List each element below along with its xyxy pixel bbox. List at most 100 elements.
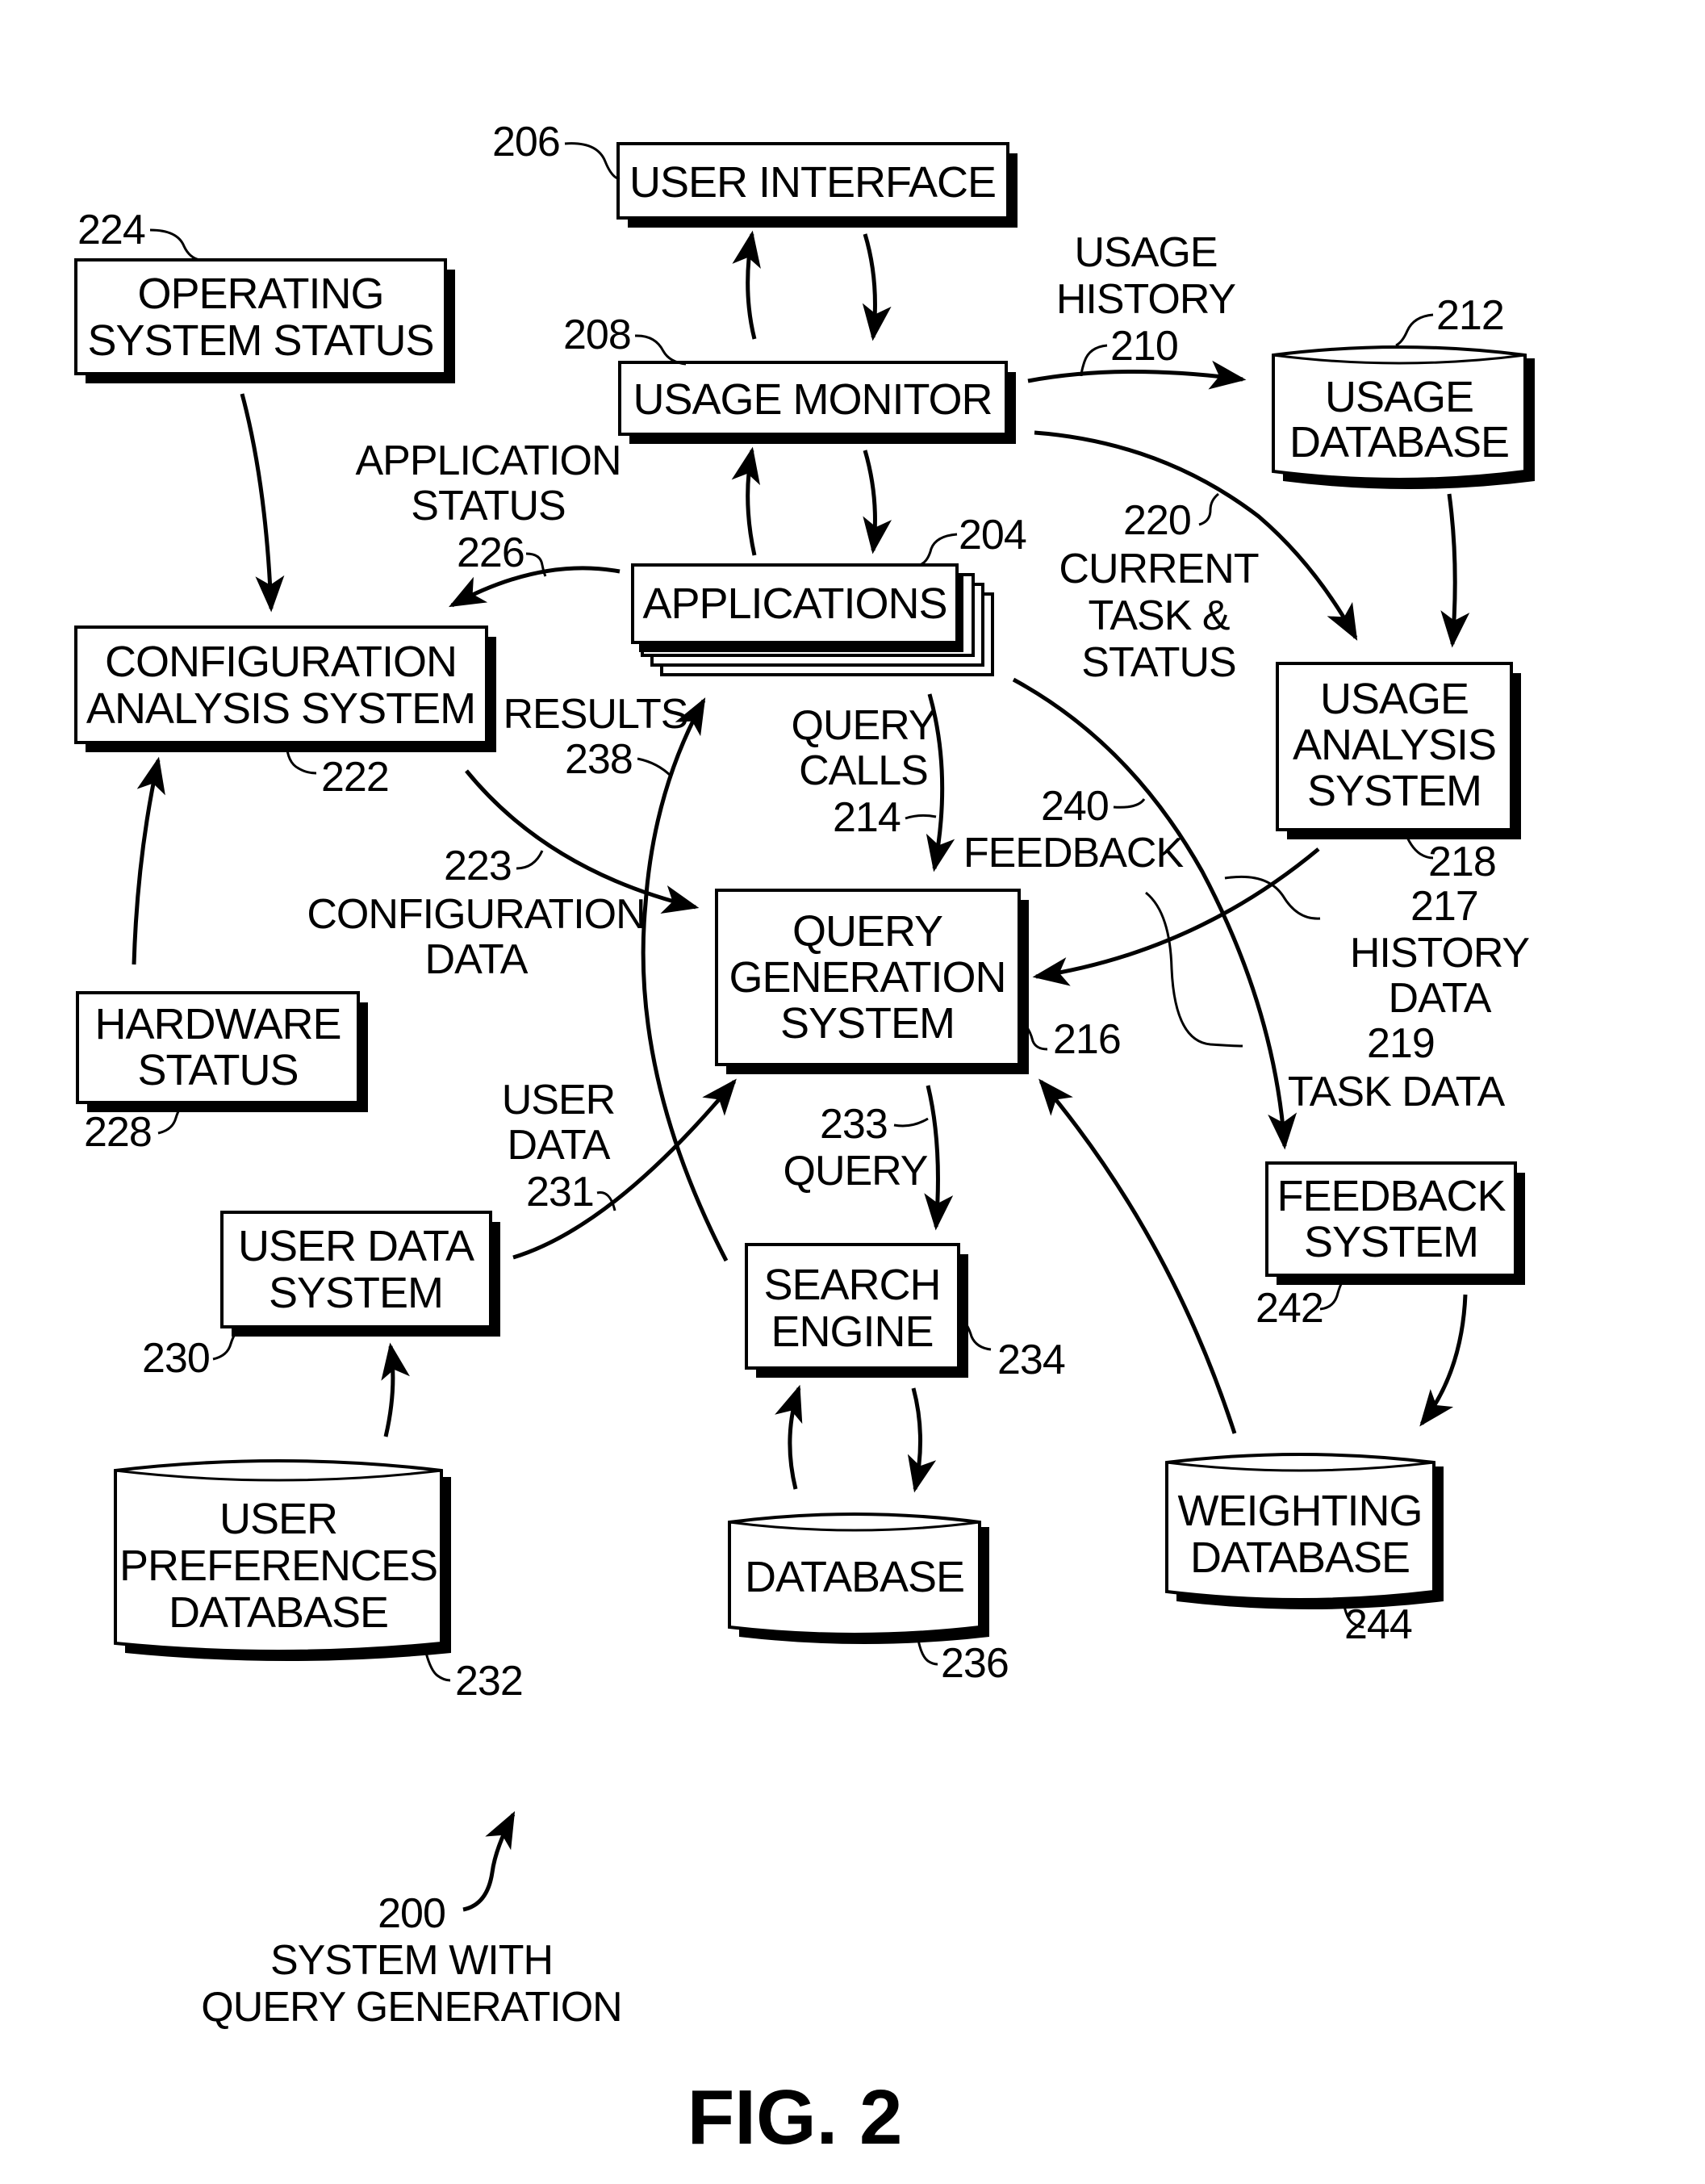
node-label: STATUS [137, 1046, 298, 1094]
node-applications: APPLICATIONS [631, 563, 994, 676]
ref-234: 234 [958, 1316, 1066, 1383]
arrow-results [641, 697, 729, 1262]
ref-244: 244 [1343, 1601, 1413, 1648]
node-label: PREFERENCES [119, 1542, 437, 1590]
node-label: GENERATION [729, 953, 1005, 1002]
node-label: DATABASE [169, 1588, 388, 1637]
arrow-hardware-to-config [132, 756, 165, 965]
node-usage-analysis-system: USAGE ANALYSIS SYSTEM [1276, 662, 1521, 839]
svg-text:RESULTS: RESULTS [504, 691, 688, 738]
svg-text:226: 226 [457, 529, 524, 576]
svg-text:TASK DATA: TASK DATA [1288, 1069, 1506, 1115]
svg-text:228: 228 [84, 1109, 152, 1156]
node-usage-database: USAGE DATABASE [1272, 345, 1535, 489]
node-label: USAGE [1320, 675, 1469, 723]
svg-text:230: 230 [142, 1335, 210, 1382]
node-label: APPLICATIONS [642, 579, 947, 628]
svg-text:QUERY: QUERY [792, 702, 936, 749]
node-user-interface: USER INTERFACE [616, 142, 1018, 228]
node-search-engine: SEARCH ENGINE [745, 1243, 968, 1378]
arrow-query [924, 1085, 954, 1231]
node-label: DATABASE [1190, 1533, 1410, 1582]
node-label: USER DATA [238, 1222, 474, 1270]
ref-230: 230 [142, 1328, 240, 1382]
svg-text:224: 224 [77, 207, 145, 253]
svg-text:QUERY GENERATION: QUERY GENERATION [201, 1984, 621, 2031]
svg-text:232: 232 [455, 1658, 523, 1705]
svg-text:STATUS: STATUS [411, 483, 565, 529]
svg-text:210: 210 [1110, 323, 1178, 370]
svg-text:204: 204 [959, 512, 1026, 559]
ref-206: 206 [492, 119, 621, 181]
svg-text:DATA: DATA [425, 936, 529, 983]
svg-text:USER: USER [502, 1077, 615, 1123]
node-label: SYSTEM [1304, 1218, 1478, 1266]
node-label: WEIGHTING [1178, 1487, 1423, 1535]
svg-text:DATA: DATA [1389, 975, 1492, 1022]
node-feedback-system: FEEDBACK SYSTEM [1265, 1161, 1525, 1285]
arrow-monitor-to-apps [863, 450, 892, 554]
svg-text:222: 222 [321, 754, 389, 801]
node-label: DATABASE [1289, 418, 1509, 467]
svg-text:DATA: DATA [508, 1122, 611, 1169]
arrow-weighting-to-query [1038, 1078, 1237, 1434]
node-user-data-system: USER DATA SYSTEM [220, 1211, 500, 1337]
svg-text:223: 223 [444, 843, 512, 889]
svg-text:APPLICATION: APPLICATION [355, 437, 621, 484]
figure-title: FIG. 2 [687, 2074, 903, 2161]
node-label: USER INTERFACE [629, 158, 996, 207]
svg-text:240: 240 [1041, 783, 1109, 830]
svg-text:242: 242 [1256, 1285, 1323, 1332]
svg-text:HISTORY: HISTORY [1350, 930, 1530, 977]
svg-text:219: 219 [1367, 1020, 1435, 1067]
ref-236: 236 [917, 1639, 1009, 1687]
node-usage-monitor: USAGE MONITOR [618, 361, 1016, 444]
arrow-feedback [1012, 677, 1298, 1150]
svg-text:TASK &: TASK & [1088, 592, 1229, 639]
ref-204: 204 [919, 512, 1027, 567]
svg-text:CALLS: CALLS [799, 747, 928, 794]
node-operating-system-status: OPERATING SYSTEM STATUS [74, 258, 455, 383]
svg-text:238: 238 [565, 736, 633, 783]
ref-232: 232 [424, 1652, 524, 1705]
node-label: SYSTEM [269, 1269, 443, 1317]
svg-text:236: 236 [941, 1640, 1009, 1687]
node-label: ENGINE [771, 1307, 933, 1356]
svg-text:HISTORY: HISTORY [1056, 276, 1236, 323]
svg-text:QUERY: QUERY [784, 1148, 928, 1195]
svg-text:233: 233 [820, 1101, 888, 1148]
node-label: SYSTEM [780, 999, 955, 1048]
svg-text:CURRENT: CURRENT [1059, 546, 1258, 592]
edge-label-history-data: 217 HISTORY DATA [1224, 875, 1530, 1022]
ref-224: 224 [77, 207, 201, 261]
svg-text:217: 217 [1410, 883, 1478, 930]
svg-text:214: 214 [833, 794, 901, 841]
arrow-monitor-to-ui [732, 230, 761, 340]
node-label: OPERATING [137, 270, 383, 318]
arrow-prefs-to-user-data [381, 1342, 410, 1437]
node-label: FEEDBACK [1277, 1172, 1506, 1220]
edge-label-configuration-data: 223 CONFIGURATION DATA [307, 843, 646, 983]
svg-text:218: 218 [1428, 839, 1496, 885]
node-label: SYSTEM STATUS [87, 316, 433, 365]
node-label: HARDWARE [94, 1000, 341, 1048]
ref-208: 208 [563, 312, 687, 366]
system-diagram: USER INTERFACE OPERATING SYSTEM STATUS U… [74, 119, 1535, 2161]
svg-text:212: 212 [1436, 292, 1504, 339]
node-hardware-status: HARDWARE STATUS [76, 991, 368, 1112]
system-reference: 200 SYSTEM WITH QUERY GENERATION [201, 1811, 623, 2031]
arrow-usage-history [1027, 360, 1247, 390]
node-user-preferences-database: USER PREFERENCES DATABASE [114, 1459, 451, 1661]
node-configuration-analysis-system: CONFIGURATION ANALYSIS SYSTEM [74, 625, 496, 752]
arrow-usage-db-to-analysis [1440, 493, 1470, 648]
edge-label-application-status: APPLICATION STATUS 226 [355, 437, 622, 577]
node-label: SYSTEM [1307, 767, 1481, 815]
edge-label-query: 233 QUERY [784, 1101, 929, 1195]
arrow-apps-to-monitor [731, 446, 760, 556]
svg-text:SYSTEM WITH: SYSTEM WITH [270, 1937, 553, 1984]
svg-text:200: 200 [378, 1890, 445, 1937]
svg-text:CONFIGURATION: CONFIGURATION [307, 891, 645, 938]
svg-text:USAGE: USAGE [1074, 229, 1217, 276]
arrow-db-to-search [775, 1384, 803, 1490]
arrow-feedback-to-weighting [1419, 1294, 1468, 1427]
